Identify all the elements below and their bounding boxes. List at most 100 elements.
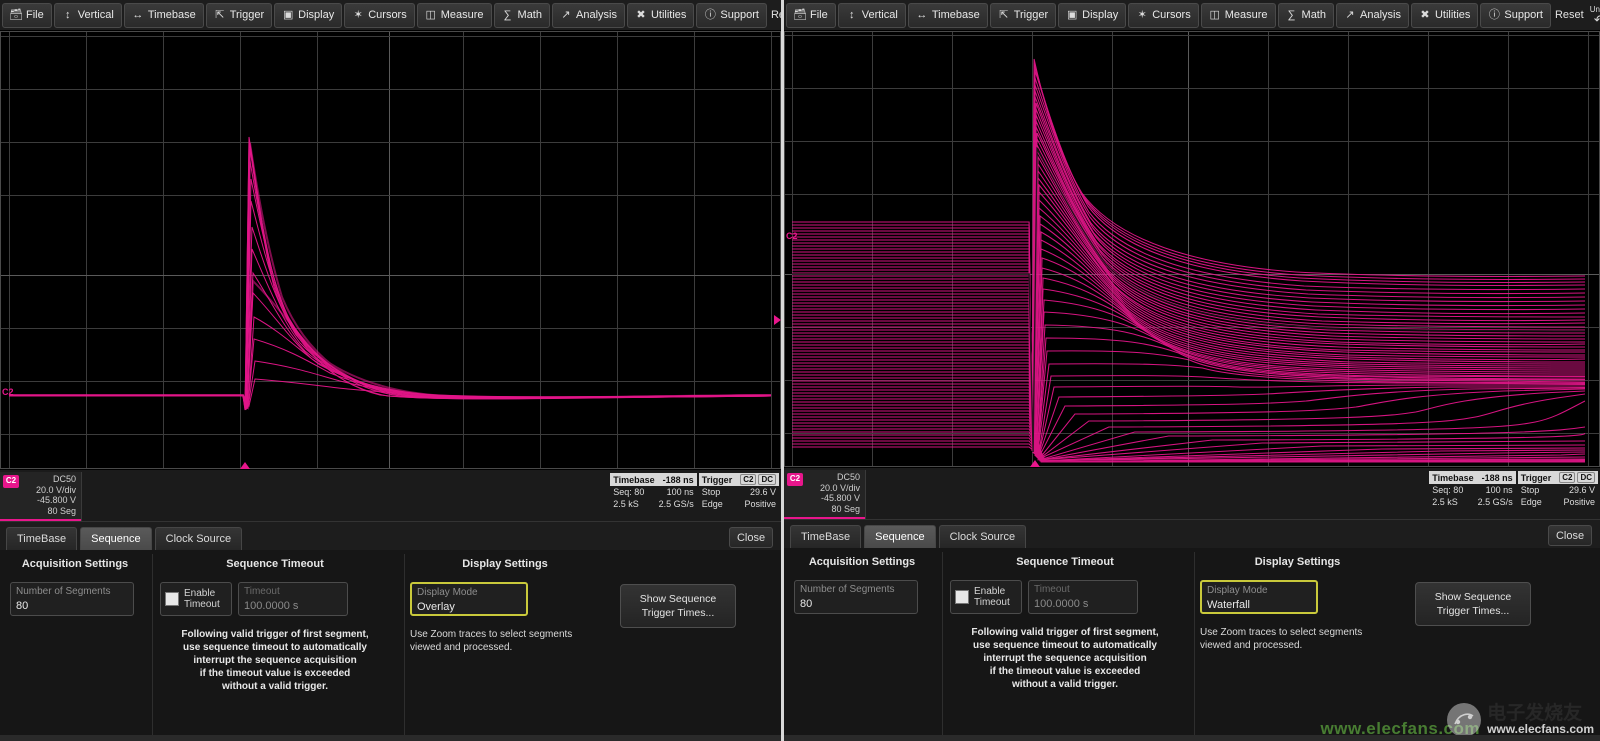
- display-settings-section: Display Settings Display Mode Overlay Us…: [400, 558, 610, 741]
- sequence-timeout-note: Following valid trigger of first segment…: [950, 626, 1180, 691]
- tab-timebase[interactable]: TimeBase: [6, 527, 77, 550]
- toolbar-button-math[interactable]: ∑ Math: [1278, 3, 1334, 28]
- checkbox-icon[interactable]: [165, 592, 179, 606]
- toolbar-button-math[interactable]: ∑ Math: [494, 3, 550, 28]
- tab-sequence[interactable]: Sequence: [80, 527, 152, 550]
- scope-pane-waterfall: 🗃 File ↕ Vertical ↔ Timebase ⇱ Trigger ▣…: [781, 0, 1600, 741]
- trigger-type: Edge: [1521, 496, 1542, 508]
- dialog-close-button[interactable]: Close: [729, 527, 773, 548]
- analysis-icon: ↗: [560, 9, 572, 21]
- trigger-slope: Positive: [1563, 496, 1595, 508]
- toolbar-button-file[interactable]: 🗃 File: [786, 3, 836, 28]
- trigger-position-marker[interactable]: [1030, 460, 1040, 467]
- waveform-trace-waterfall: [784, 31, 1600, 467]
- channel-badge[interactable]: C2: [787, 473, 803, 486]
- toolbar-button-vertical[interactable]: ↕ Vertical: [838, 3, 906, 28]
- display-mode-field[interactable]: Display Mode Waterfall: [1200, 580, 1318, 614]
- toolbar-button-utilities[interactable]: ✖ Utilities: [1411, 3, 1478, 28]
- trigger-state: Stop: [702, 486, 721, 498]
- utilities-icon: ✖: [1419, 9, 1431, 21]
- toolbar-button-file[interactable]: 🗃 File: [2, 3, 52, 28]
- note-line-3: interrupt the sequence acquisition: [950, 652, 1180, 665]
- toolbar-button-timebase[interactable]: ↔ Timebase: [908, 3, 988, 28]
- display-note-line-2: viewed and processed.: [410, 641, 600, 654]
- horizontal-arrows-icon: ↔: [132, 9, 144, 21]
- reset-button[interactable]: Reset: [771, 9, 781, 21]
- tab-clock-source[interactable]: Clock Source: [939, 525, 1026, 548]
- timebase-info-block[interactable]: Timebase -188 ns Seq: 80 100 ns 2.5 kS 2…: [610, 473, 696, 510]
- channel-offset: -45.800 V: [0, 495, 76, 506]
- trigger-info-block[interactable]: Trigger C2 DC Stop 29.6 V Edge Positive: [699, 473, 779, 510]
- tab-clock-source[interactable]: Clock Source: [155, 527, 242, 550]
- acquisition-settings-section: Acquisition Settings Number of Segments …: [0, 558, 150, 741]
- trigger-row-1: Stop 29.6 V: [699, 486, 779, 498]
- toolbar-button-support[interactable]: ⓘ Support: [1480, 3, 1551, 28]
- waveform-graticule-waterfall[interactable]: C2: [784, 31, 1600, 467]
- trigger-slope: Positive: [744, 498, 776, 510]
- toolbar-button-trigger[interactable]: ⇱ Trigger: [206, 3, 272, 28]
- display-mode-field[interactable]: Display Mode Overlay: [410, 582, 528, 616]
- toolbar-button-analysis[interactable]: ↗ Analysis: [552, 3, 625, 28]
- number-of-segments-field[interactable]: Number of Segments 80: [794, 580, 918, 614]
- enable-timeout-label-line2: Timeout: [184, 599, 220, 610]
- display-settings-title: Display Settings: [410, 558, 600, 570]
- toolbar-button-utilities[interactable]: ✖ Utilities: [627, 3, 694, 28]
- dialog-close-button[interactable]: Close: [1548, 525, 1592, 546]
- number-of-segments-field[interactable]: Number of Segments 80: [10, 582, 134, 616]
- toolbar-button-measure[interactable]: ◫ Measure: [417, 3, 492, 28]
- trigger-level-marker[interactable]: [774, 315, 781, 325]
- analysis-icon: ↗: [1344, 9, 1356, 21]
- toolbar-button-analysis[interactable]: ↗ Analysis: [1336, 3, 1409, 28]
- timeout-label: Timeout: [1034, 583, 1132, 597]
- tab-sequence[interactable]: Sequence: [864, 525, 936, 548]
- number-of-segments-label: Number of Segments: [800, 583, 912, 597]
- toolbar-button-cursors[interactable]: ✶ Cursors: [344, 3, 415, 28]
- trigger-position-marker[interactable]: [240, 462, 250, 469]
- timebase-info-block[interactable]: Timebase -188 ns Seq: 80 100 ns 2.5 kS 2…: [1429, 471, 1515, 508]
- checkbox-icon[interactable]: [955, 590, 969, 604]
- channel-info-box[interactable]: C2 DC50 20.0 V/div -45.800 V 80 Seg: [0, 472, 82, 521]
- tab-timebase[interactable]: TimeBase: [790, 525, 861, 548]
- display-note-line-1: Use Zoom traces to select segments: [1200, 626, 1395, 639]
- channel-2-ground-marker[interactable]: C2: [2, 387, 14, 397]
- channel-info-box[interactable]: C2 DC50 20.0 V/div -45.800 V 80 Seg: [784, 470, 866, 519]
- dialog-bottom-bar: [784, 735, 1600, 741]
- timebase-sample-rate: 2.5 GS/s: [659, 498, 694, 510]
- toolbar-button-measure[interactable]: ◫ Measure: [1201, 3, 1276, 28]
- timeout-label: Timeout: [244, 585, 342, 599]
- toolbar-button-vertical[interactable]: ↕ Vertical: [54, 3, 122, 28]
- cursors-icon: ✶: [1136, 9, 1148, 21]
- reset-button[interactable]: Reset: [1555, 9, 1588, 21]
- number-of-segments-value: 80: [800, 597, 912, 611]
- timeout-value-field[interactable]: Timeout 100.0000 s: [1028, 580, 1138, 614]
- note-line-3: interrupt the sequence acquisition: [160, 654, 390, 667]
- trigger-type: Edge: [702, 498, 723, 510]
- enable-timeout-checkbox[interactable]: Enable Timeout: [950, 580, 1022, 614]
- cursors-icon: ✶: [352, 9, 364, 21]
- toolbar-button-display[interactable]: ▣ Display: [1058, 3, 1126, 28]
- toolbar-button-trigger[interactable]: ⇱ Trigger: [990, 3, 1056, 28]
- toolbar-button-support[interactable]: ⓘ Support: [696, 3, 767, 28]
- acquisition-settings-title: Acquisition Settings: [10, 558, 140, 570]
- toolbar-button-display[interactable]: ▣ Display: [274, 3, 342, 28]
- timebase-sequence-count: Seq: 80: [1432, 484, 1463, 496]
- enable-timeout-label: Enable Timeout: [974, 586, 1010, 608]
- waveform-graticule-overlay[interactable]: C2: [0, 31, 781, 469]
- enable-timeout-checkbox[interactable]: Enable Timeout: [160, 582, 232, 616]
- toolbar-button-label: Measure: [1225, 9, 1268, 21]
- show-sequence-trigger-times-button[interactable]: Show Sequence Trigger Times...: [620, 584, 736, 628]
- channel-badge[interactable]: C2: [3, 475, 19, 488]
- timebase-header: Timebase -188 ns: [610, 473, 696, 486]
- toolbar-button-timebase[interactable]: ↔ Timebase: [124, 3, 204, 28]
- trigger-info-block[interactable]: Trigger C2 DC Stop 29.6 V Edge Positive: [1518, 471, 1598, 508]
- note-line-4: if the timeout value is exceeded: [160, 667, 390, 680]
- show-sequence-trigger-times-button[interactable]: Show Sequence Trigger Times...: [1415, 582, 1531, 626]
- trigger-row-2: Edge Positive: [699, 498, 779, 510]
- undo-button[interactable]: Undo ↶: [1590, 2, 1600, 29]
- note-line-2: use sequence timeout to automatically: [950, 639, 1180, 652]
- trigger-header-label: Trigger: [702, 475, 733, 485]
- display-mode-value: Waterfall: [1207, 598, 1311, 612]
- toolbar-button-cursors[interactable]: ✶ Cursors: [1128, 3, 1199, 28]
- channel-2-ground-marker[interactable]: C2: [786, 231, 798, 241]
- timeout-value-field[interactable]: Timeout 100.0000 s: [238, 582, 348, 616]
